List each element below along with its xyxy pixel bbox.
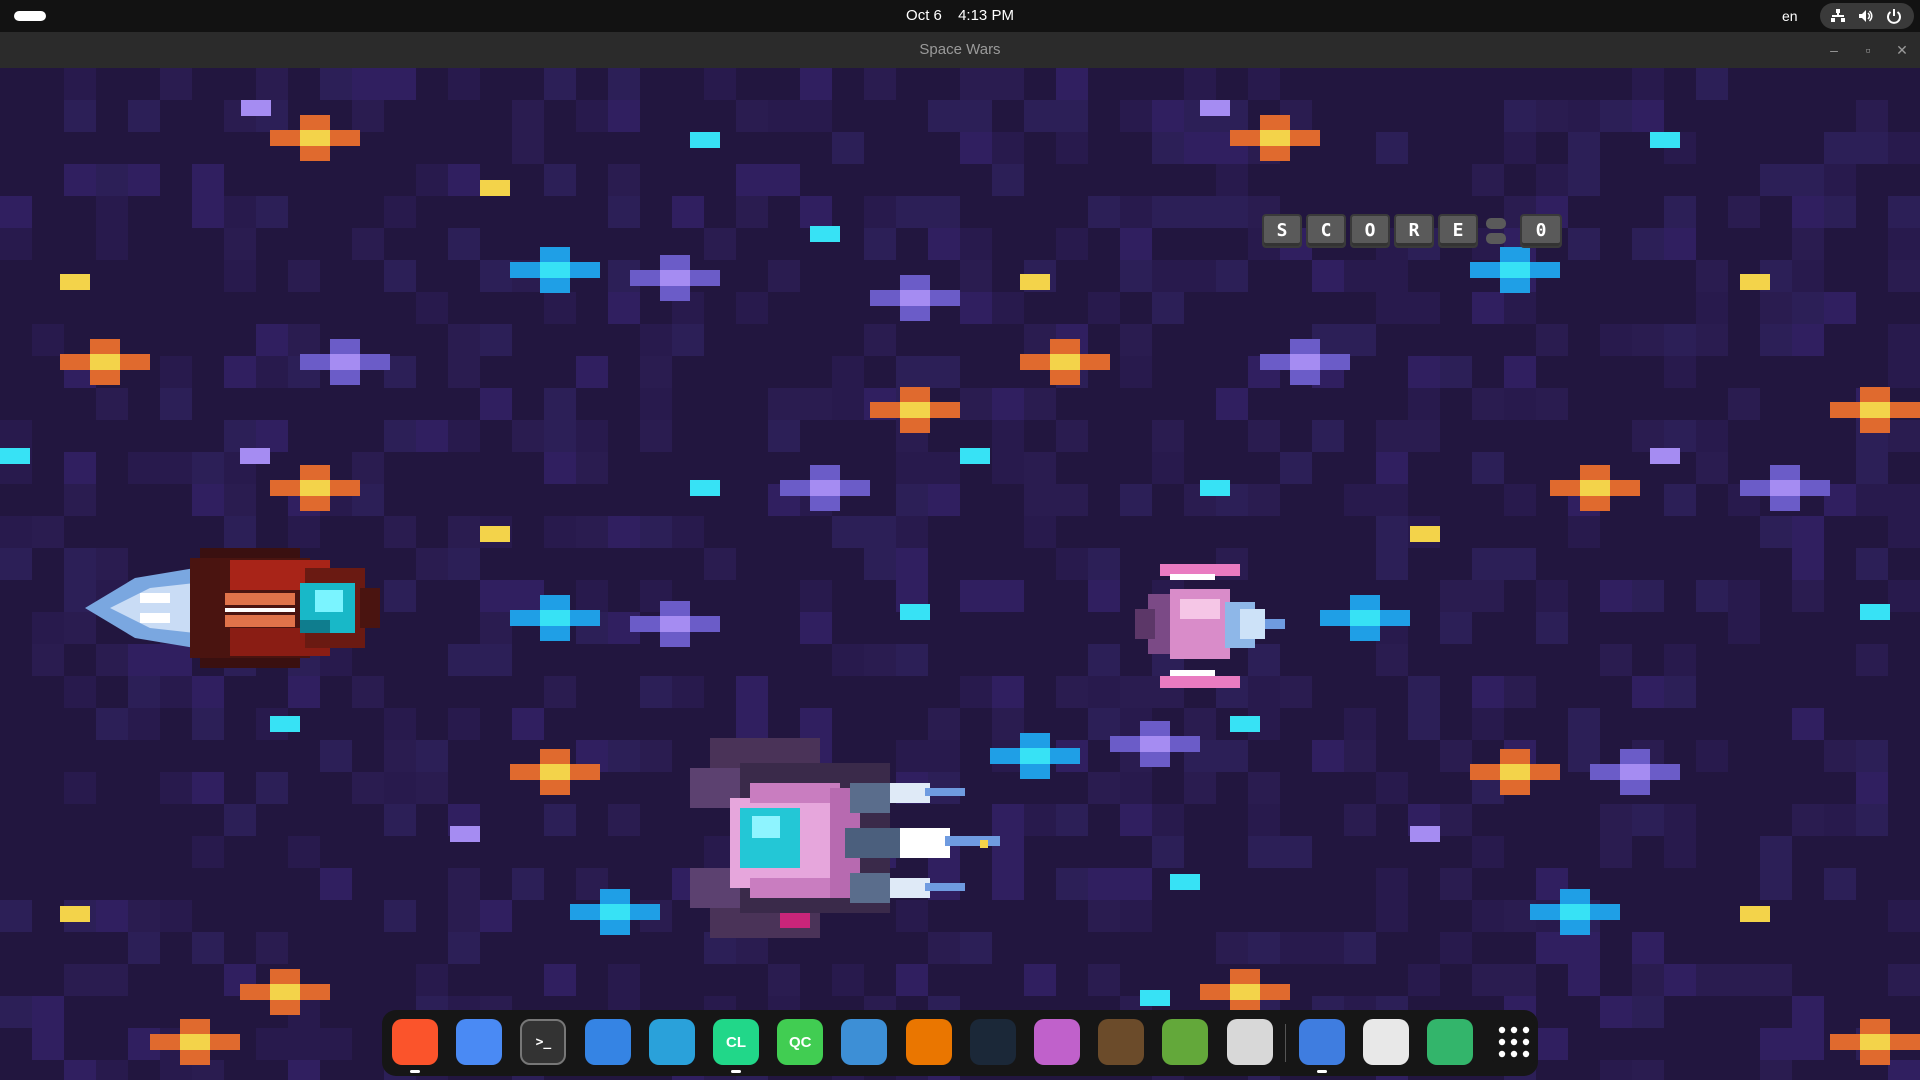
score-display: S C O R E 0 bbox=[1262, 214, 1562, 248]
terminal-icon[interactable]: >_ bbox=[520, 1019, 567, 1065]
star bbox=[690, 480, 720, 496]
text-editor-icon[interactable] bbox=[584, 1019, 631, 1065]
star bbox=[1830, 1019, 1920, 1065]
star bbox=[450, 826, 480, 842]
star bbox=[900, 604, 930, 620]
calculator-icon[interactable] bbox=[1226, 1019, 1273, 1065]
star bbox=[1200, 100, 1230, 116]
blender-icon[interactable] bbox=[905, 1019, 952, 1065]
score-letter: S bbox=[1262, 214, 1302, 248]
enemy-ship-pink bbox=[1135, 564, 1285, 688]
date-label: Oct 6 bbox=[906, 7, 942, 24]
star bbox=[480, 526, 510, 542]
clion-icon[interactable]: CL bbox=[713, 1019, 759, 1065]
score-letter: O bbox=[1350, 214, 1390, 248]
score-letter: C bbox=[1306, 214, 1346, 248]
game-canvas[interactable]: S C O R E 0 bbox=[0, 68, 1920, 1080]
top-bar: Oct 6 4:13 PM en bbox=[0, 0, 1920, 32]
star bbox=[630, 255, 720, 301]
score-value: 0 bbox=[1520, 214, 1562, 248]
star bbox=[1650, 132, 1680, 148]
score-colon bbox=[1482, 214, 1510, 248]
clion-glyph: CL bbox=[726, 1033, 746, 1051]
star bbox=[1650, 448, 1680, 464]
dock: >_ CL QC bbox=[382, 1010, 1538, 1076]
star bbox=[1020, 274, 1050, 290]
star bbox=[60, 906, 90, 922]
star bbox=[1860, 604, 1890, 620]
star bbox=[60, 274, 90, 290]
maximize-button[interactable]: ▫ bbox=[1858, 40, 1878, 60]
notes-icon[interactable] bbox=[1363, 1019, 1409, 1065]
minecraft-launcher-icon[interactable] bbox=[1162, 1019, 1209, 1065]
running-indicator bbox=[731, 1070, 741, 1073]
app-grid-icon[interactable] bbox=[1491, 1019, 1538, 1065]
player-ship bbox=[85, 548, 380, 668]
running-indicator bbox=[410, 1070, 420, 1073]
star bbox=[1740, 906, 1770, 922]
chromium-icon[interactable] bbox=[456, 1019, 503, 1065]
star bbox=[270, 716, 300, 732]
dock-separator bbox=[1284, 1024, 1286, 1062]
qt-creator-glyph: QC bbox=[788, 1033, 812, 1051]
star bbox=[960, 448, 990, 464]
star bbox=[1170, 874, 1200, 890]
star bbox=[1410, 826, 1440, 842]
star bbox=[810, 226, 840, 242]
volume-icon bbox=[1858, 8, 1874, 24]
star bbox=[1740, 274, 1770, 290]
score-letter: R bbox=[1394, 214, 1434, 248]
qt-creator-icon[interactable]: QC bbox=[777, 1019, 824, 1065]
star bbox=[870, 275, 960, 321]
minecraft-icon[interactable] bbox=[1098, 1019, 1145, 1065]
brave-icon[interactable] bbox=[392, 1019, 438, 1065]
star bbox=[480, 180, 510, 196]
window-title: Space Wars bbox=[919, 41, 1001, 58]
telegram-icon[interactable] bbox=[648, 1019, 695, 1065]
minimize-button[interactable]: – bbox=[1824, 40, 1844, 60]
star bbox=[1230, 716, 1260, 732]
score-letter: E bbox=[1438, 214, 1478, 248]
system-tray[interactable] bbox=[1820, 3, 1914, 29]
media-player-icon[interactable] bbox=[841, 1019, 888, 1065]
space-wars-icon[interactable] bbox=[1298, 1019, 1345, 1065]
star bbox=[241, 100, 271, 116]
steam-icon[interactable] bbox=[969, 1019, 1016, 1065]
running-indicator bbox=[1316, 1070, 1327, 1073]
color-app-icon[interactable] bbox=[1034, 1019, 1080, 1065]
star bbox=[690, 132, 720, 148]
trash-icon[interactable] bbox=[1427, 1019, 1474, 1065]
close-button[interactable]: ✕ bbox=[1892, 40, 1912, 60]
window-titlebar[interactable]: Space Wars – ▫ ✕ bbox=[0, 32, 1920, 68]
star bbox=[0, 448, 30, 464]
time-label: 4:13 PM bbox=[958, 7, 1014, 24]
language-indicator[interactable]: en bbox=[1782, 0, 1798, 32]
power-icon bbox=[1886, 8, 1902, 24]
star bbox=[1140, 990, 1170, 1006]
star bbox=[1590, 749, 1680, 795]
star bbox=[240, 448, 270, 464]
star bbox=[1550, 465, 1640, 511]
star bbox=[1410, 526, 1440, 542]
star bbox=[1200, 480, 1230, 496]
network-icon bbox=[1830, 8, 1846, 24]
clock[interactable]: Oct 6 4:13 PM bbox=[0, 0, 1920, 32]
enemy-ship-boss bbox=[690, 738, 1000, 938]
